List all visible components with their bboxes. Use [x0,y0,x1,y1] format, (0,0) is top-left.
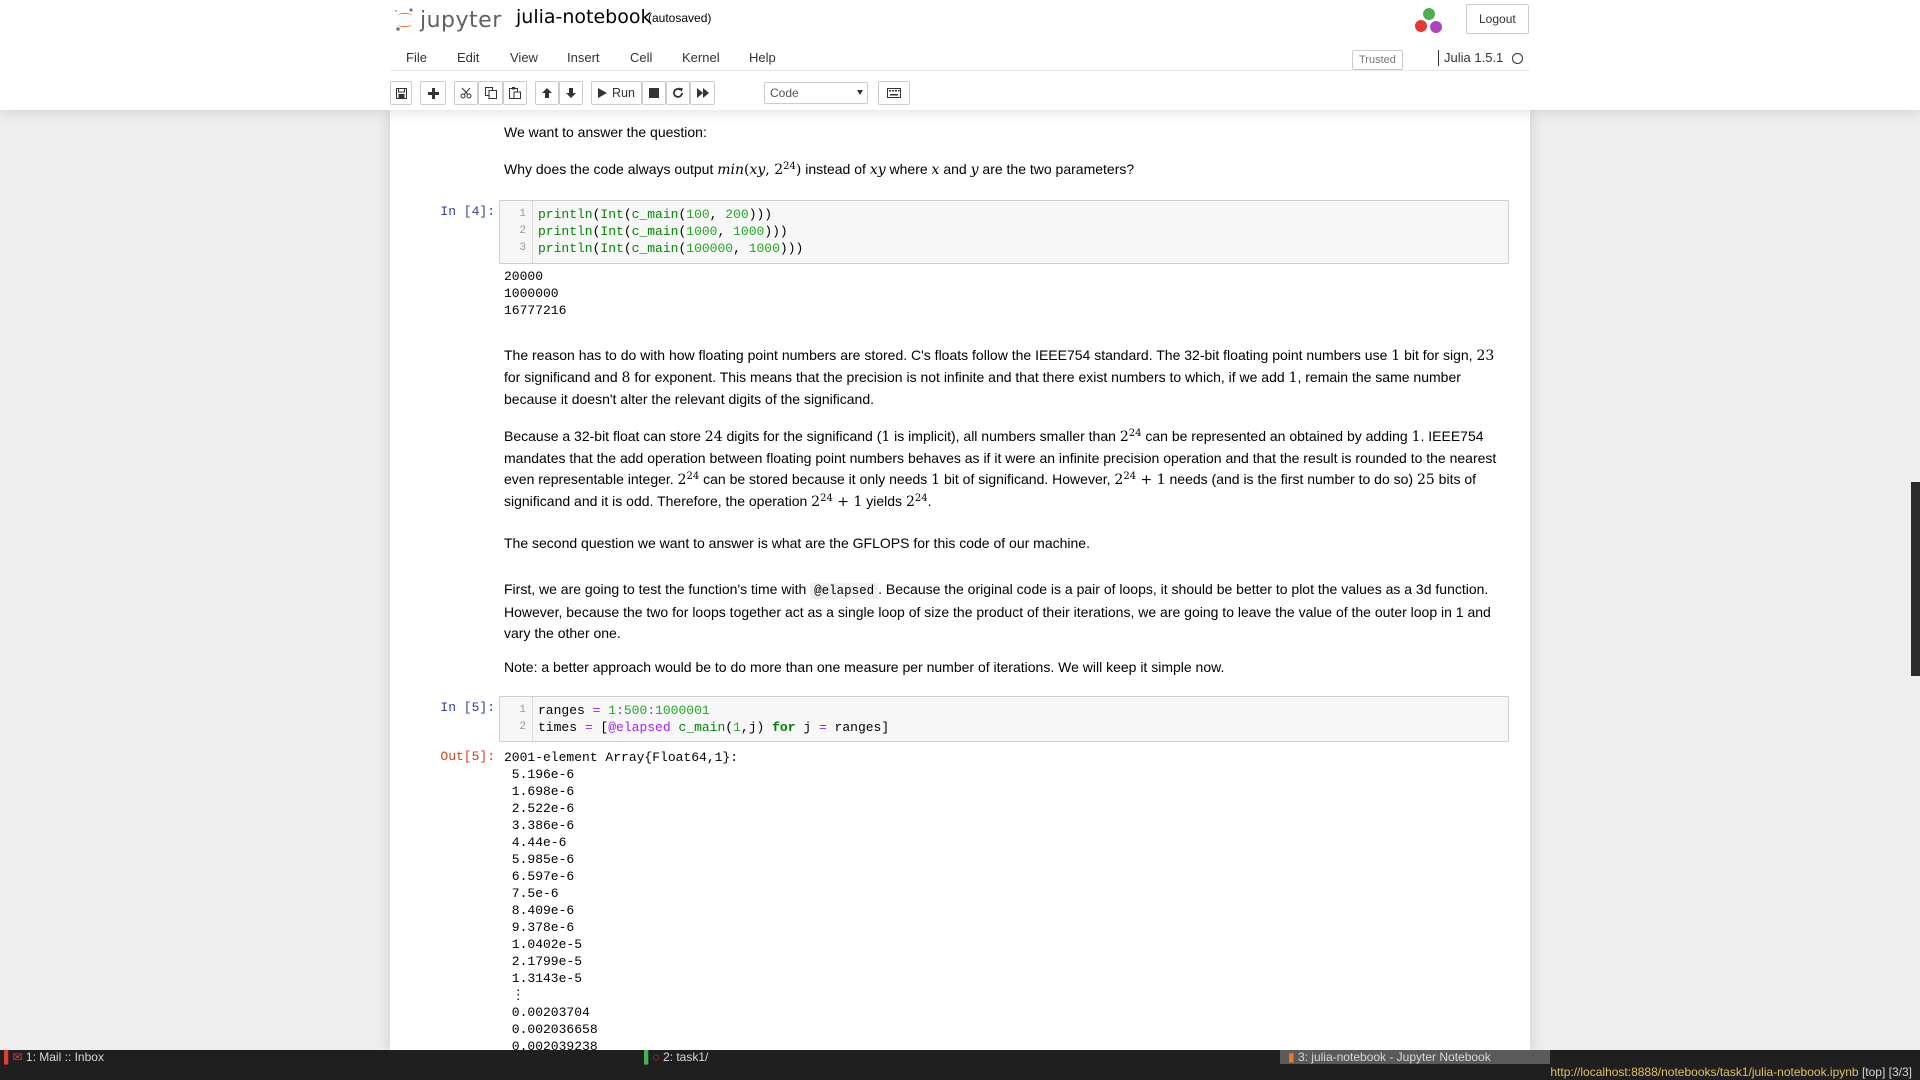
text-span: and [939,161,971,177]
run-label: Run [612,86,635,100]
move-down-button[interactable] [559,81,583,105]
code-line: 3 println(Int(c_main(100000, 1000))) [519,241,804,256]
save-button[interactable] [390,81,412,105]
task-label: 3: julia-notebook - Jupyter Notebook [1297,1050,1491,1064]
paste-icon [509,87,521,99]
stop-icon [649,88,659,98]
markdown-paragraph: Why does the code always output min(xy, … [504,161,1135,178]
autosave-status: (autosaved) [648,11,712,25]
keyboard-icon [887,88,901,98]
run-button[interactable]: Run [591,81,642,105]
text-span: are the two parameters? [978,161,1135,177]
input-prompt: In [5]: [440,700,495,715]
insert-cell-button[interactable] [420,81,446,105]
cell-type-value: Code [770,86,799,100]
cut-button[interactable] [454,81,478,105]
menu-view[interactable]: View [510,50,538,65]
user-logo-icon [1415,8,1442,33]
jupyter-logo-text: jupyter [420,7,502,33]
menu-help[interactable]: Help [749,50,776,65]
menubar: File Edit View Insert Cell Kernel Help T… [390,44,1530,71]
plus-icon [427,87,439,99]
mail-icon: ▌✉ [4,1050,23,1064]
markdown-cell[interactable]: First, we are going to test the function… [504,579,1504,678]
notebook-name[interactable]: julia-notebook [516,6,652,28]
menu-kernel[interactable]: Kernel [682,50,720,65]
save-icon [395,87,407,99]
arrow-down-icon [566,88,576,98]
logout-button[interactable]: Logout [1466,4,1529,34]
cell-output: 20000 1000000 16777216 [504,269,567,318]
menu-file[interactable]: File [406,50,427,65]
code-cell-input[interactable]: 1 ranges = 1:500:1000001 2 times = [@elaps… [499,696,1509,742]
play-icon [598,88,608,98]
text-span: First, we are going to test the function… [504,581,811,597]
arrow-up-icon [542,88,552,98]
copy-icon [484,87,497,99]
output-prompt: Out[5]: [440,749,495,764]
text-span: Why does the code always output [504,161,718,177]
menu-cell[interactable]: Cell [630,50,652,65]
code-line: 1 ranges = 1:500:1000001 [519,703,710,718]
move-up-button[interactable] [535,81,559,105]
fast-forward-icon [696,88,709,98]
restart-run-all-button[interactable] [690,81,715,105]
paste-button[interactable] [503,81,527,105]
jupyter-task-icon: ◌ [652,1050,660,1064]
task-notebook[interactable]: ▮ 3: julia-notebook - Jupyter Notebook [1280,1050,1550,1064]
code-line: 2 println(Int(c_main(1000, 1000))) [519,224,788,239]
menu-edit[interactable]: Edit [457,50,479,65]
scroll-position: [top] [1861,1065,1886,1079]
markdown-paragraph: Because a 32-bit float can store 24 digi… [504,428,1497,510]
markdown-paragraph: Note: a better approach would be to do m… [504,659,1225,675]
restart-button[interactable] [666,81,690,105]
markdown-cell[interactable]: We want to answer the question: Why does… [504,122,1504,181]
page-count: [3/3] [1888,1065,1912,1079]
markdown-paragraph: The reason has to do with how floating p… [504,347,1495,407]
text-span: where [885,161,932,177]
task-mail[interactable]: ▌✉ 1: Mail :: Inbox [4,1050,104,1064]
code-cell-input[interactable]: 1 println(Int(c_main(100, 200))) 2 println… [499,200,1509,264]
code-line: 1 println(Int(c_main(100, 200))) [519,207,773,222]
scrollbar-thumb[interactable] [1911,482,1920,676]
kernel-name[interactable]: Julia 1.5.1 [1438,50,1503,66]
scissors-icon [460,87,472,99]
browser-icon: ▮ [1288,1050,1295,1064]
jupyter-logo[interactable]: jupyter [394,6,502,34]
toolbar: Run Code [390,79,1530,107]
task-label: 1: Mail :: Inbox [25,1050,104,1064]
trusted-indicator[interactable]: Trusted [1352,50,1403,70]
menu-insert[interactable]: Insert [567,50,600,65]
status-url: http://localhost:8888/notebooks/task1/ju… [1550,1064,1920,1080]
cell-output: 2001-element Array{Float64,1}: 5.196e-6 … [504,750,739,1050]
interrupt-button[interactable] [642,81,666,105]
kernel-idle-icon [1512,53,1523,64]
terminal-icon: ▌ [644,1050,653,1064]
markdown-cell[interactable]: The reason has to do with how floating p… [504,345,1504,513]
markdown-paragraph: First, we are going to test the function… [504,579,1504,644]
header-bar: jupyter julia-notebook (autosaved) Logou… [390,0,1530,38]
taskbar: ▌✉ 1: Mail :: Inbox ▌◌ 2: task1/ ▮ 3: ju… [0,1050,1920,1080]
markdown-paragraph: The second question we want to answer is… [504,535,1090,551]
inline-code: @elapsed [810,583,879,599]
code-line: 2 times = [@elapsed c_main(1,j) for j = r… [519,720,890,735]
notebook-container: We want to answer the question: Why does… [390,110,1530,1050]
cell-type-select[interactable]: Code [764,82,868,104]
text-span: instead of [801,161,870,177]
task-label: 2: task1/ [663,1050,709,1064]
jupyter-icon [395,8,413,31]
command-palette-button[interactable] [878,81,910,105]
chevron-down-icon [857,90,863,95]
task-terminal[interactable]: ▌◌ 2: task1/ [644,1050,708,1064]
url-text: http://localhost:8888/notebooks/task1/ju… [1550,1065,1859,1079]
markdown-paragraph: We want to answer the question: [504,124,707,140]
restart-icon [673,87,683,98]
markdown-cell[interactable]: The second question we want to answer is… [504,533,1504,554]
input-prompt: In [4]: [440,204,495,219]
notebook-header: jupyter julia-notebook (autosaved) Logou… [0,0,1920,110]
copy-button[interactable] [478,81,503,105]
